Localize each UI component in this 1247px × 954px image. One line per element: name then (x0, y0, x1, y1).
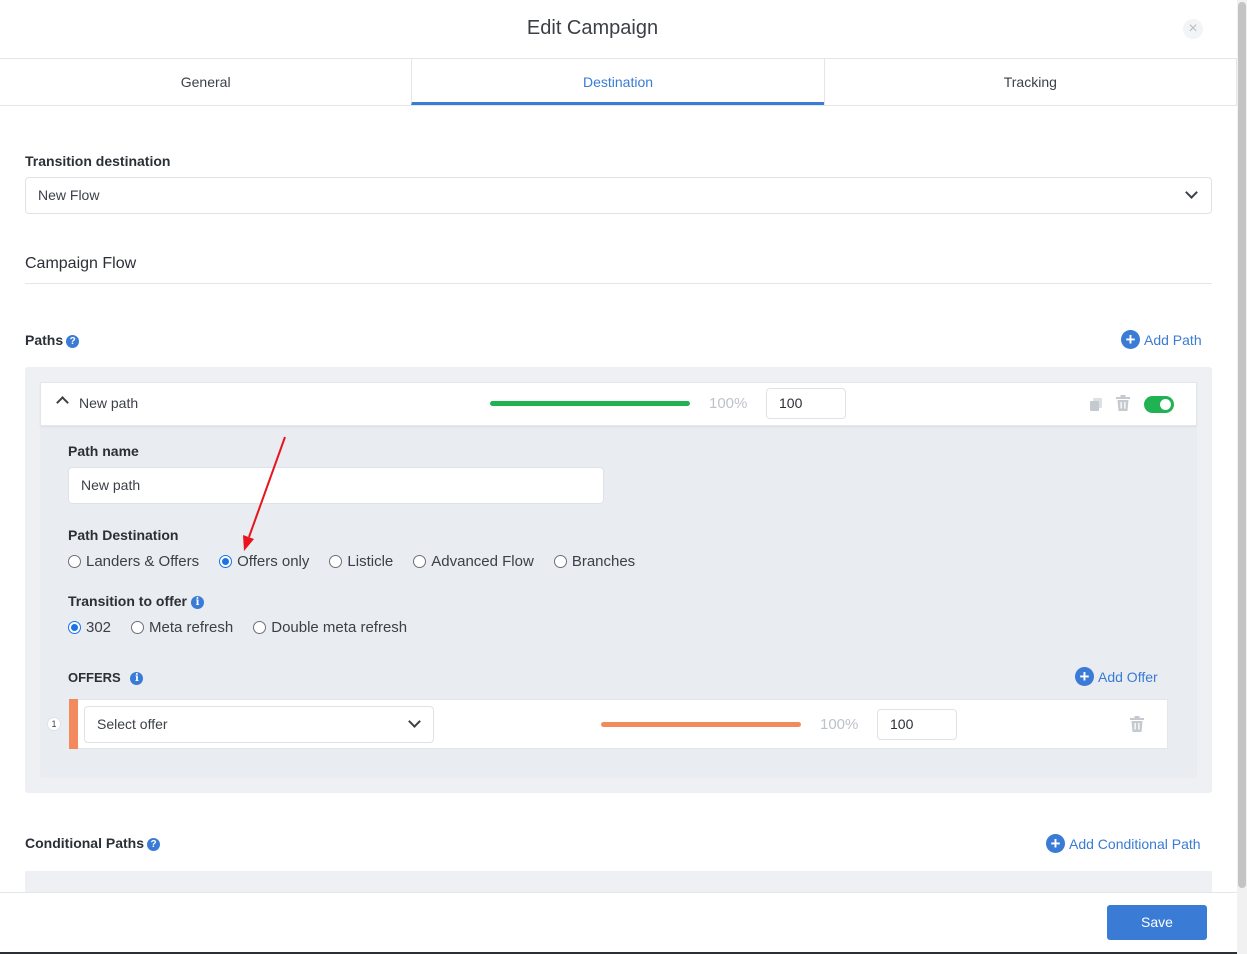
path-weight-percent: 100% (709, 395, 748, 412)
offer-select-placeholder: Select offer (97, 716, 168, 732)
conditional-paths-label: Conditional Paths? (25, 835, 160, 851)
path-name-input[interactable]: New path (68, 467, 604, 504)
chevron-down-icon (1185, 186, 1198, 199)
offer-index: 1 (47, 717, 61, 731)
help-icon[interactable]: ? (147, 837, 160, 851)
radio-offers-only[interactable]: Offers only (219, 553, 309, 570)
radio-listicle[interactable]: Listicle (329, 553, 393, 570)
add-conditional-path-label: Add Conditional Path (1069, 835, 1201, 852)
add-offer-button[interactable]: + Add Offer (1075, 667, 1158, 686)
path-enabled-toggle[interactable] (1144, 396, 1174, 413)
transition-to-offer-text: Transition to offer (68, 593, 187, 609)
add-offer-label: Add Offer (1098, 668, 1158, 685)
help-icon[interactable]: ? (66, 334, 80, 348)
offer-weight-percent: 100% (820, 716, 859, 733)
radio-302[interactable]: 302 (68, 619, 111, 636)
path-destination-label: Path Destination (68, 527, 179, 543)
trash-icon[interactable] (1116, 395, 1130, 411)
info-icon[interactable]: i (191, 595, 204, 609)
paths-label: Paths? (25, 332, 80, 348)
transition-options: 302 Meta refresh Double meta refresh (68, 619, 427, 636)
info-icon[interactable]: i (130, 672, 144, 686)
conditional-paths-text: Conditional Paths (25, 835, 144, 851)
path-name-label: Path name (68, 443, 139, 459)
add-conditional-path-button[interactable]: + Add Conditional Path (1046, 834, 1201, 853)
offer-color-stripe (69, 699, 78, 749)
path-destination-options: Landers & Offers Offers only Listicle Ad… (68, 553, 655, 570)
offer-weight-input[interactable]: 100 (877, 709, 957, 740)
radio-branches[interactable]: Branches (553, 553, 635, 570)
save-button[interactable]: Save (1107, 905, 1207, 940)
modal-header: Edit Campaign × (0, 0, 1237, 58)
paths-label-text: Paths (25, 332, 64, 348)
campaign-flow-title: Campaign Flow (25, 255, 137, 272)
transition-to-offer-label: Transition to offer i (68, 593, 204, 609)
plus-circle-icon: + (1121, 330, 1140, 349)
trash-icon[interactable] (1130, 716, 1144, 732)
modal-footer (0, 892, 1237, 954)
offer-weight-bar (601, 722, 801, 727)
tab-tracking[interactable]: Tracking (823, 59, 1237, 105)
offers-label: OFFERS i (68, 670, 144, 686)
divider (25, 283, 1212, 284)
tab-general[interactable]: General (0, 59, 413, 105)
radio-landers-offers[interactable]: Landers & Offers (68, 553, 199, 570)
offer-select[interactable]: Select offer (84, 706, 434, 743)
path-weight-bar (490, 401, 690, 406)
edit-campaign-modal: Edit Campaign × General Destination Trac… (0, 0, 1237, 954)
conditional-paths-panel (25, 871, 1212, 892)
tab-destination[interactable]: Destination (411, 59, 825, 105)
scrollbar-thumb[interactable] (1238, 2, 1246, 888)
copy-icon[interactable] (1090, 398, 1103, 411)
path-weight-input[interactable]: 100 (766, 388, 846, 419)
modal-title: Edit Campaign (526, 17, 659, 39)
transition-destination-value: New Flow (38, 187, 100, 203)
radio-double-meta-refresh[interactable]: Double meta refresh (253, 619, 407, 636)
close-icon[interactable]: × (1183, 19, 1203, 39)
add-path-label: Add Path (1144, 331, 1202, 348)
transition-destination-label: Transition destination (25, 153, 171, 169)
plus-circle-icon: + (1046, 834, 1065, 853)
chevron-down-icon (408, 715, 421, 728)
plus-circle-icon: + (1075, 667, 1094, 686)
offers-label-text: OFFERS (68, 670, 121, 685)
toggle-knob (1160, 399, 1171, 410)
scrollbar[interactable] (1237, 0, 1247, 954)
radio-advanced-flow[interactable]: Advanced Flow (413, 553, 534, 570)
radio-meta-refresh[interactable]: Meta refresh (131, 619, 233, 636)
add-path-button[interactable]: + Add Path (1121, 330, 1202, 349)
transition-destination-select[interactable]: New Flow (25, 177, 1212, 214)
tab-bar: General Destination Tracking (0, 58, 1237, 106)
path-header-name: New path (79, 395, 139, 411)
